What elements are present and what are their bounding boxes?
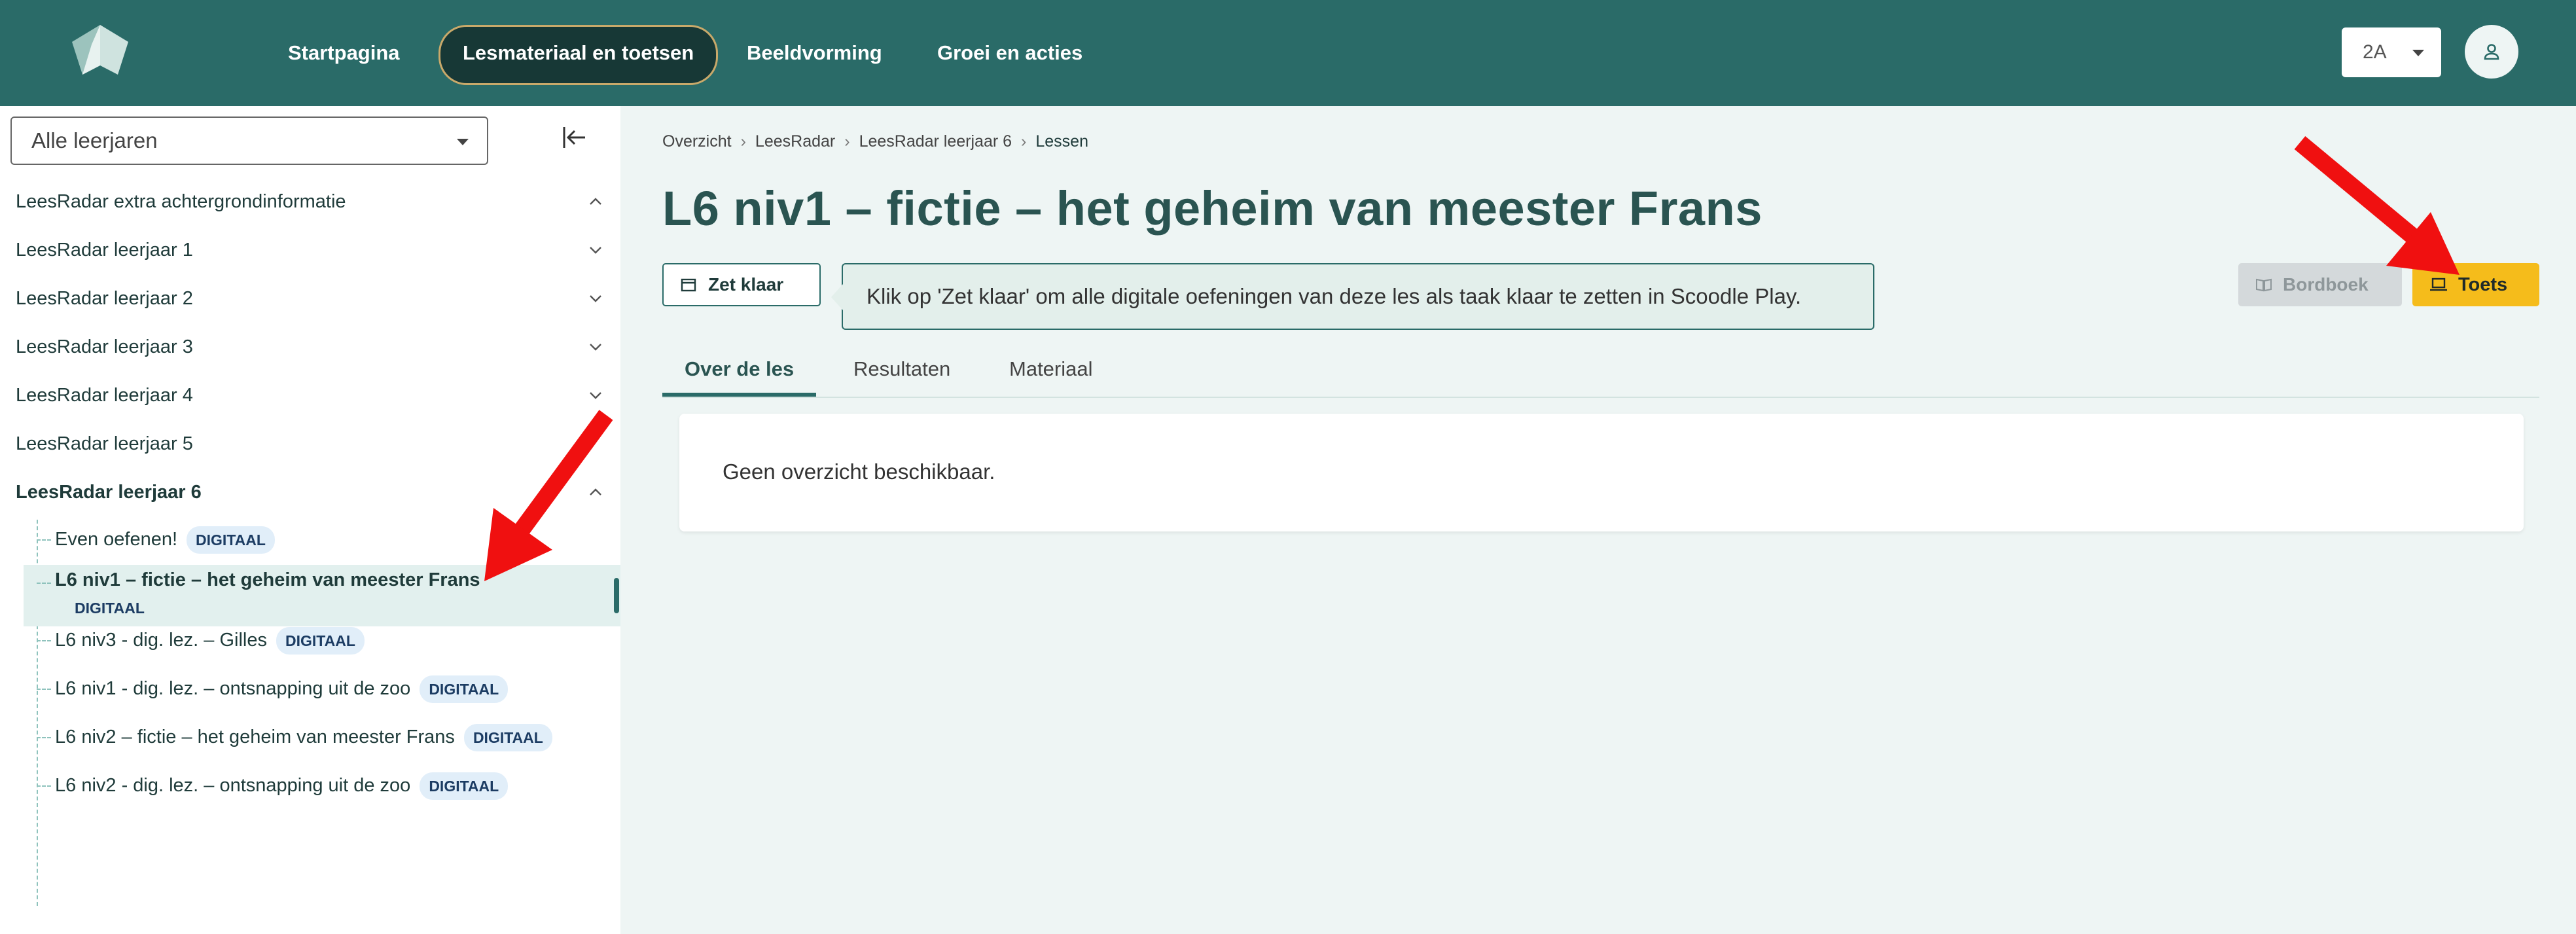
zet-klaar-tooltip: Klik op 'Zet klaar' om alle digitale oef… [831,263,1874,330]
nav-startpagina[interactable]: Startpagina [266,25,422,81]
sidebar-group-label: LeesRadar leerjaar 5 [16,433,193,454]
chevron-down-icon [590,295,601,302]
tab-materiaal[interactable]: Materiaal [1009,350,1093,397]
toets-label: Toets [2458,274,2508,295]
breadcrumb-leesradar[interactable]: LeesRadar [755,132,835,151]
sidebar-group-leerjaar-2[interactable]: LeesRadar leerjaar 2 [16,285,605,312]
chevron-down-icon [590,344,601,351]
lesson-item-active-badge: DIGITAAL [68,594,151,622]
user-icon [2484,44,2499,60]
calendar-icon [681,278,696,292]
lesson-title: L6 niv2 – fictie – het geheim van meeste… [55,727,455,747]
top-navigation: Startpagina Lesmateriaal en toetsen Beel… [0,0,2576,106]
year-select-value: Alle leerjaren [31,128,158,153]
sidebar-group-achtergrond[interactable]: LeesRadar extra achtergrondinformatie [16,189,605,215]
breadcrumb-overzicht[interactable]: Overzicht [662,132,732,151]
laptop-icon [2430,278,2447,291]
breadcrumb-separator: › [1021,132,1027,151]
tree-branch [37,583,51,584]
overview-empty-text: Geen overzicht beschikbaar. [723,459,995,484]
digitaal-badge: DIGITAAL [187,526,275,554]
lesson-title: L6 niv2 - dig. lez. – ontsnapping uit de… [55,775,411,796]
class-select[interactable]: 2A [2342,27,2441,77]
lesson-title: L6 niv3 - dig. lez. – Gilles [55,630,267,651]
lesson-item[interactable]: L6 niv3 - dig. lez. – Gilles DIGITAAL [55,627,365,655]
lesson-title: Even oefenen! [55,529,178,550]
breadcrumb-lessen: Lessen [1035,132,1088,151]
class-select-value: 2A [2363,41,2387,63]
sidebar-group-label: LeesRadar extra achtergrondinformatie [16,191,346,212]
page-title: L6 niv1 – fictie – het geheim van meeste… [662,181,1762,236]
nav-lesmateriaal[interactable]: Lesmateriaal en toetsen [438,25,719,85]
nav-beeldvorming[interactable]: Beeldvorming [724,25,904,81]
lesson-title: L6 niv1 – fictie – het geheim van meeste… [55,569,480,590]
breadcrumb: Overzicht › LeesRadar › LeesRadar leerjaar 6… [662,132,1088,151]
lesson-item[interactable]: L6 niv1 - dig. lez. – ontsnapping uit de… [55,675,509,704]
chevron-down-icon [590,392,601,399]
tab-over-de-les[interactable]: Over de les [662,350,817,397]
lesson-item[interactable]: L6 niv2 - dig. lez. – ontsnapping uit de… [55,772,509,800]
annotation-arrow-icon [2294,135,2460,275]
tooltip-text: Klik op 'Zet klaar' om alle digitale oef… [867,284,1802,308]
breadcrumb-separator: › [740,132,746,151]
sidebar-group-label: LeesRadar leerjaar 3 [16,336,193,357]
chevron-down-icon [590,247,601,254]
lesson-item[interactable]: L6 niv2 – fictie – het geheim van meeste… [55,724,552,752]
zet-klaar-button[interactable]: Zet klaar [662,263,821,306]
sidebar-group-leerjaar-1[interactable]: LeesRadar leerjaar 1 [16,237,605,263]
sidebar-group-label: LeesRadar leerjaar 6 [16,482,202,503]
sidebar-group-leerjaar-4[interactable]: LeesRadar leerjaar 4 [16,382,605,408]
lesson-title: L6 niv1 - dig. lez. – ontsnapping uit de… [55,678,411,699]
tree-branch [37,785,51,787]
chevron-up-icon [590,198,601,205]
origami-logo-icon[interactable] [72,25,128,75]
sidebar-group-label: LeesRadar leerjaar 1 [16,240,193,260]
open-book-icon [2256,278,2272,292]
lesson-item-active[interactable]: L6 niv1 – fictie – het geheim van meeste… [55,567,480,593]
caret-down-icon [457,139,469,145]
breadcrumb-separator: › [844,132,850,151]
digitaal-badge: DIGITAAL [276,627,365,655]
digitaal-badge: DIGITAAL [420,772,509,800]
active-lesson-indicator [614,578,619,613]
user-avatar-button[interactable] [2465,25,2518,79]
tree-branch [37,737,51,738]
tab-resultaten[interactable]: Resultaten [853,350,950,397]
tree-branch [37,640,51,641]
sidebar-group-label: LeesRadar leerjaar 2 [16,288,193,309]
tooltip-pointer [831,284,843,310]
digitaal-badge: DIGITAAL [420,675,509,704]
lesson-item[interactable]: Even oefenen! DIGITAAL [55,526,275,554]
year-select[interactable]: Alle leerjaren [10,117,488,165]
zet-klaar-label: Zet klaar [708,274,784,295]
digitaal-badge: DIGITAAL [75,600,145,617]
breadcrumb-leerjaar-6[interactable]: LeesRadar leerjaar 6 [859,132,1012,151]
sidebar-group-leerjaar-3[interactable]: LeesRadar leerjaar 3 [16,334,605,360]
collapse-sidebar-icon[interactable] [560,123,589,152]
tree-branch [37,539,51,541]
tree-branch [37,689,51,690]
nav-groei-en-acties[interactable]: Groei en acties [915,25,1105,81]
lesson-tabs: Over de les Resultaten Materiaal [662,350,2539,398]
sidebar-group-label: LeesRadar leerjaar 4 [16,385,193,406]
overview-card: Geen overzicht beschikbaar. [679,414,2524,531]
digitaal-badge: DIGITAAL [463,724,552,752]
caret-down-icon [2412,50,2424,56]
annotation-arrow-icon [484,410,613,581]
